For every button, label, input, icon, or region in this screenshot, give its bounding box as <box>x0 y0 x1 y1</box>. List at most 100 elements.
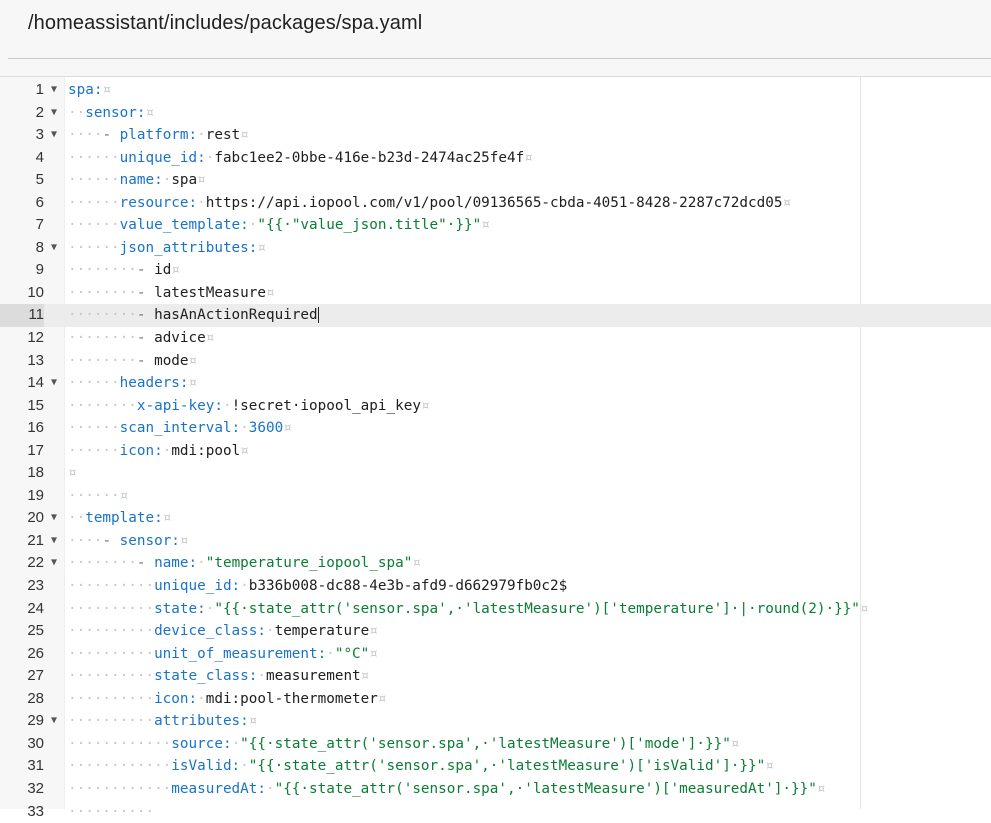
whitespace-marker: ¤ <box>481 217 490 233</box>
line-code: ········- id¤ <box>68 259 180 282</box>
whitespace-marker: ¤ <box>283 420 292 436</box>
whitespace-marker: ¤ <box>257 240 266 256</box>
fold-toggle-icon[interactable]: ▼ <box>48 530 60 553</box>
fold-toggle-icon[interactable]: ▼ <box>48 79 60 102</box>
code-line[interactable]: 2▼··sensor:¤ <box>0 102 991 125</box>
code-line[interactable]: 4······unique_id:·fabc1ee2-0bbe-416e-b23… <box>0 147 991 170</box>
whitespace-marker: · <box>266 781 275 797</box>
code-line[interactable]: 26··········unit_of_measurement:·"°C"¤ <box>0 643 991 666</box>
code-line[interactable]: 23··········unique_id:·b336b008-dc88-4e3… <box>0 575 991 598</box>
code-line[interactable]: 5······name:·spa¤ <box>0 169 991 192</box>
code-line[interactable]: 21▼····- sensor:¤ <box>0 530 991 553</box>
code-line[interactable]: 29▼ ··········attributes:¤ <box>0 710 991 733</box>
fold-toggle-icon[interactable]: ▼ <box>48 124 60 147</box>
whitespace-marker: ······ <box>68 150 120 166</box>
code-line[interactable]: 24··········state:·"{{·state_attr('senso… <box>0 598 991 621</box>
line-code: ·········· <box>68 801 154 823</box>
code-line[interactable]: 3▼····- platform:·rest¤ <box>0 124 991 147</box>
code-line[interactable]: 17······icon:·mdi:pool¤ <box>0 440 991 463</box>
line-number: 18 <box>0 462 44 485</box>
code-token: - <box>137 285 154 301</box>
line-number: 23 <box>0 575 44 598</box>
fold-toggle-icon[interactable]: ▼ <box>48 507 60 530</box>
code-line[interactable]: 20▼··template:¤ <box>0 507 991 530</box>
code-token: latestMeasure <box>154 285 266 301</box>
line-code: ········- latestMeasure¤ <box>68 282 275 305</box>
code-line[interactable]: 32············measuredAt:·"{{·state_attr… <box>0 778 991 801</box>
code-token: - <box>137 353 154 369</box>
whitespace-marker: ···· <box>68 127 102 143</box>
fold-toggle-icon[interactable]: ▼ <box>48 710 60 733</box>
whitespace-marker: ······ <box>68 217 120 233</box>
whitespace-marker: · <box>326 646 335 662</box>
code-line[interactable]: 19······¤ <box>0 485 991 508</box>
code-token: "°C" <box>335 646 369 662</box>
code-token: device_class: <box>154 623 266 639</box>
fold-toggle-icon[interactable]: ▼ <box>48 237 60 260</box>
code-token: icon: <box>154 691 197 707</box>
code-token: - <box>137 330 154 346</box>
line-number: 12 <box>0 327 44 350</box>
code-line[interactable]: 15········x-api-key:·!secret·iopool_api_… <box>0 395 991 418</box>
whitespace-marker: ······ <box>68 420 120 436</box>
line-code: ¤ <box>68 462 77 485</box>
code-line[interactable]: 31············isValid:·"{{·state_attr('s… <box>0 755 991 778</box>
fold-toggle-icon[interactable]: ▼ <box>48 102 60 125</box>
code-token: !secret·iopool_api_key <box>232 398 421 414</box>
line-number: 13 <box>0 350 44 373</box>
whitespace-marker: · <box>232 736 241 752</box>
code-token: "{{·state_attr('sensor.spa',·'latestMeas… <box>275 781 817 797</box>
whitespace-marker: ¤ <box>180 533 189 549</box>
line-number: 9 <box>0 259 44 282</box>
whitespace-marker: ¤ <box>369 646 378 662</box>
code-line[interactable]: 22▼········- name:·"temperature_iopool_s… <box>0 552 991 575</box>
code-line[interactable]: 6······resource:·https://api.iopool.com/… <box>0 192 991 215</box>
code-token: https://api.iopool.com/v1/pool/09136565-… <box>206 195 783 211</box>
fold-toggle-icon[interactable]: ▼ <box>48 372 60 395</box>
code-line[interactable]: 7······value_template:·"{{·"value_json.t… <box>0 214 991 237</box>
code-line[interactable]: 25··········device_class:·temperature¤ <box>0 620 991 643</box>
code-line[interactable]: 11········- hasAnActionRequired <box>0 304 991 327</box>
whitespace-marker: ¤ <box>378 691 387 707</box>
code-line[interactable]: 13········- mode¤ <box>0 350 991 373</box>
code-line[interactable]: 12········- advice¤ <box>0 327 991 350</box>
code-line[interactable]: 1▼spa:¤ <box>0 79 991 102</box>
line-number: 33 <box>0 801 44 823</box>
line-code: ········- name:·"temperature_iopool_spa"… <box>68 552 421 575</box>
code-token: hasAnActionRequired <box>154 307 318 323</box>
whitespace-marker: · <box>240 758 249 774</box>
code-line[interactable]: 8▼······json_attributes:¤ <box>0 237 991 260</box>
line-code: ··········attributes:¤ <box>68 710 257 733</box>
line-number: 28 <box>0 688 44 711</box>
code-line[interactable]: 14▼······headers:¤ <box>0 372 991 395</box>
code-line[interactable]: 18 ¤ <box>0 462 991 485</box>
whitespace-marker: ······ <box>68 240 120 256</box>
code-token: measurement <box>266 668 361 684</box>
file-header: /homeassistant/includes/packages/spa.yam… <box>0 0 991 76</box>
line-number: 29 <box>0 710 44 733</box>
code-line[interactable]: 33 ·········· <box>0 801 991 823</box>
fold-toggle-icon[interactable]: ▼ <box>48 552 60 575</box>
whitespace-marker: ¤ <box>189 375 198 391</box>
whitespace-marker: ············ <box>68 781 171 797</box>
code-line[interactable]: 30············source:·"{{·state_attr('se… <box>0 733 991 756</box>
line-number: 27 <box>0 665 44 688</box>
whitespace-marker: ·········· <box>68 691 154 707</box>
code-token: advice <box>154 330 206 346</box>
line-code: ······resource:·https://api.iopool.com/v… <box>68 192 791 215</box>
code-line[interactable]: 27 ··········state_class:·measurement¤ <box>0 665 991 688</box>
code-editor[interactable]: 1▼spa:¤2▼··sensor:¤3▼····- platform:·res… <box>0 76 991 809</box>
code-line[interactable]: 10········- latestMeasure¤ <box>0 282 991 305</box>
line-code: ········- hasAnActionRequired <box>68 304 319 327</box>
whitespace-marker: · <box>223 398 232 414</box>
code-token: - <box>137 307 154 323</box>
code-token: - <box>102 127 119 143</box>
line-number: 7 <box>0 214 44 237</box>
whitespace-marker: ······¤ <box>68 488 128 504</box>
code-line[interactable]: 28··········icon:·mdi:pool-thermometer¤ <box>0 688 991 711</box>
code-lines[interactable]: 1▼spa:¤2▼··sensor:¤3▼····- platform:·res… <box>0 79 991 823</box>
whitespace-marker: ········ <box>68 398 137 414</box>
line-code: ··········state_class:·measurement¤ <box>68 665 369 688</box>
code-line[interactable]: 9 ········- id¤ <box>0 259 991 282</box>
code-line[interactable]: 16······scan_interval:·3600¤ <box>0 417 991 440</box>
